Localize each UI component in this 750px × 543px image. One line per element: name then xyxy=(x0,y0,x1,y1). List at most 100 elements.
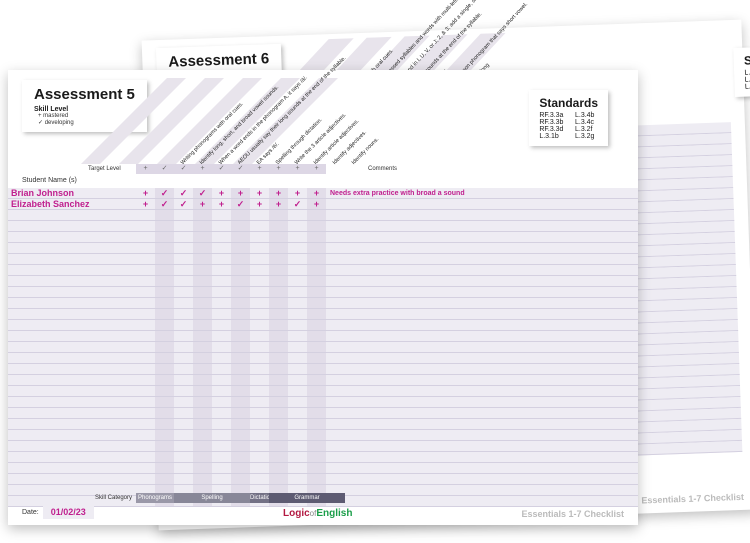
skill-mark[interactable] xyxy=(269,474,288,484)
skill-mark[interactable] xyxy=(307,210,326,220)
comment-cell[interactable] xyxy=(326,342,638,352)
skill-mark[interactable] xyxy=(269,221,288,231)
skill-mark[interactable] xyxy=(155,386,174,396)
skill-mark[interactable] xyxy=(212,441,231,451)
student-name[interactable] xyxy=(8,364,136,374)
skill-mark[interactable] xyxy=(193,441,212,451)
skill-mark[interactable] xyxy=(307,408,326,418)
skill-mark[interactable] xyxy=(288,320,307,330)
skill-mark[interactable] xyxy=(231,232,250,242)
skill-mark[interactable] xyxy=(307,342,326,352)
comment-cell[interactable] xyxy=(326,298,638,308)
skill-mark[interactable] xyxy=(250,452,269,462)
skill-mark[interactable] xyxy=(250,210,269,220)
skill-mark[interactable] xyxy=(212,221,231,231)
skill-mark[interactable] xyxy=(307,364,326,374)
skill-mark[interactable] xyxy=(307,254,326,264)
skill-mark[interactable] xyxy=(193,320,212,330)
skill-mark[interactable] xyxy=(307,441,326,451)
skill-mark[interactable] xyxy=(174,243,193,253)
skill-mark[interactable] xyxy=(193,298,212,308)
skill-mark[interactable] xyxy=(155,441,174,451)
skill-mark[interactable] xyxy=(288,331,307,341)
skill-mark[interactable] xyxy=(193,408,212,418)
comment-cell[interactable] xyxy=(326,243,638,253)
skill-mark[interactable] xyxy=(174,265,193,275)
skill-mark[interactable] xyxy=(288,287,307,297)
skill-mark[interactable] xyxy=(155,232,174,242)
skill-mark[interactable] xyxy=(250,309,269,319)
skill-mark[interactable] xyxy=(136,210,155,220)
skill-mark[interactable] xyxy=(250,254,269,264)
skill-mark[interactable] xyxy=(155,452,174,462)
skill-mark[interactable] xyxy=(288,210,307,220)
skill-mark[interactable] xyxy=(174,232,193,242)
skill-mark[interactable]: + xyxy=(288,188,307,198)
skill-mark[interactable] xyxy=(174,309,193,319)
skill-mark[interactable] xyxy=(250,298,269,308)
skill-mark[interactable]: ✓ xyxy=(231,199,250,209)
comment-cell[interactable] xyxy=(326,276,638,286)
comment-cell[interactable] xyxy=(326,474,638,484)
skill-mark[interactable] xyxy=(193,397,212,407)
skill-mark[interactable] xyxy=(288,342,307,352)
skill-mark[interactable] xyxy=(136,364,155,374)
skill-mark[interactable] xyxy=(136,397,155,407)
skill-mark[interactable] xyxy=(250,353,269,363)
skill-mark[interactable] xyxy=(136,441,155,451)
skill-mark[interactable] xyxy=(193,276,212,286)
skill-mark[interactable] xyxy=(155,320,174,330)
comment-cell[interactable]: Needs extra practice with broad a sound xyxy=(326,188,638,198)
skill-mark[interactable] xyxy=(193,254,212,264)
skill-mark[interactable] xyxy=(269,331,288,341)
skill-mark[interactable]: ✓ xyxy=(288,199,307,209)
skill-mark[interactable] xyxy=(231,309,250,319)
comment-cell[interactable] xyxy=(326,419,638,429)
comment-cell[interactable] xyxy=(326,331,638,341)
skill-mark[interactable] xyxy=(193,265,212,275)
skill-mark[interactable] xyxy=(212,408,231,418)
skill-mark[interactable] xyxy=(212,430,231,440)
skill-mark[interactable]: + xyxy=(212,188,231,198)
student-name[interactable] xyxy=(8,210,136,220)
student-name[interactable] xyxy=(8,419,136,429)
skill-mark[interactable] xyxy=(174,397,193,407)
comment-cell[interactable] xyxy=(326,232,638,242)
skill-mark[interactable] xyxy=(193,232,212,242)
skill-mark[interactable] xyxy=(174,221,193,231)
skill-mark[interactable] xyxy=(231,364,250,374)
skill-mark[interactable] xyxy=(288,353,307,363)
skill-mark[interactable] xyxy=(174,287,193,297)
skill-mark[interactable] xyxy=(193,474,212,484)
skill-mark[interactable] xyxy=(136,408,155,418)
skill-mark[interactable] xyxy=(269,463,288,473)
skill-mark[interactable] xyxy=(174,441,193,451)
skill-mark[interactable] xyxy=(155,221,174,231)
comment-cell[interactable] xyxy=(326,452,638,462)
student-name[interactable] xyxy=(8,243,136,253)
skill-mark[interactable] xyxy=(174,408,193,418)
skill-mark[interactable] xyxy=(269,419,288,429)
comment-cell[interactable] xyxy=(326,485,638,495)
skill-mark[interactable] xyxy=(288,276,307,286)
skill-mark[interactable] xyxy=(155,254,174,264)
skill-mark[interactable] xyxy=(231,419,250,429)
skill-mark[interactable] xyxy=(269,265,288,275)
skill-mark[interactable] xyxy=(288,441,307,451)
skill-mark[interactable] xyxy=(269,210,288,220)
skill-mark[interactable] xyxy=(250,276,269,286)
skill-mark[interactable] xyxy=(174,452,193,462)
skill-mark[interactable] xyxy=(136,276,155,286)
skill-mark[interactable]: ✓ xyxy=(155,199,174,209)
skill-mark[interactable] xyxy=(212,320,231,330)
skill-mark[interactable] xyxy=(250,232,269,242)
student-name[interactable] xyxy=(8,386,136,396)
skill-mark[interactable] xyxy=(307,353,326,363)
skill-mark[interactable] xyxy=(193,364,212,374)
skill-mark[interactable] xyxy=(231,353,250,363)
skill-mark[interactable] xyxy=(136,342,155,352)
skill-mark[interactable] xyxy=(155,331,174,341)
skill-mark[interactable] xyxy=(231,210,250,220)
skill-mark[interactable] xyxy=(269,243,288,253)
skill-mark[interactable] xyxy=(174,276,193,286)
